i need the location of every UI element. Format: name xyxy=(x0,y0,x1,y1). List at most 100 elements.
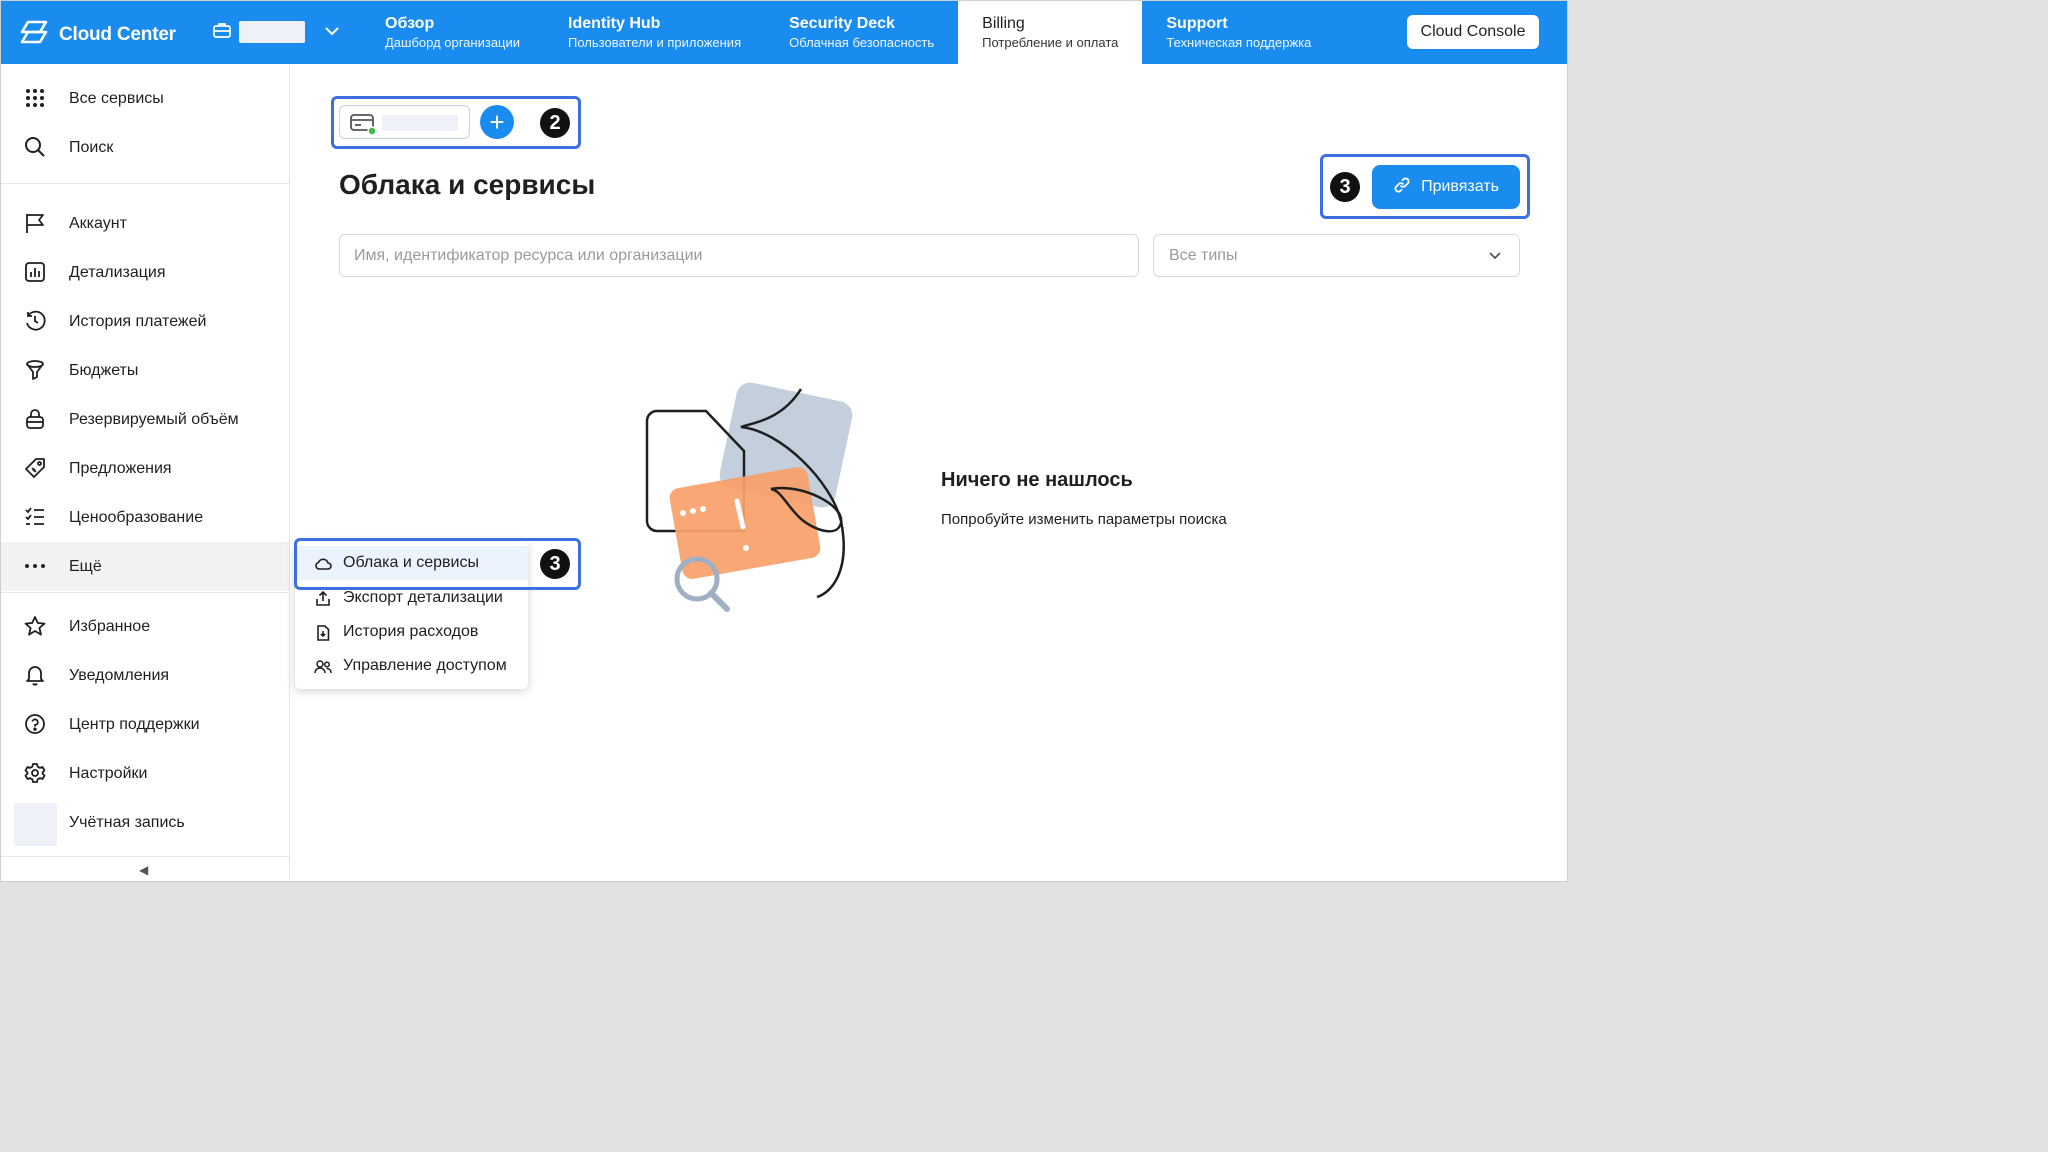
sidebar-item-label: Уведомления xyxy=(69,666,170,684)
cloud-center-logo-icon xyxy=(19,19,49,50)
app-window: Cloud Center Обзор Дашборд организации I… xyxy=(0,0,1568,882)
step-badge: 3 xyxy=(1330,172,1360,202)
link-button-label: Привязать xyxy=(1421,178,1499,195)
tab-subtitle: Техническая поддержка xyxy=(1166,35,1312,50)
sidebar-item-settings[interactable]: Настройки xyxy=(1,749,289,798)
gear-icon xyxy=(23,761,47,785)
export-icon xyxy=(314,590,332,608)
users-icon xyxy=(314,658,332,676)
link-button[interactable]: Привязать xyxy=(1372,165,1520,209)
sidebar-item-label: Резервируемый объём xyxy=(69,410,239,428)
sidebar-item-notifications[interactable]: Уведомления xyxy=(1,651,289,700)
top-navigation-bar: Cloud Center Обзор Дашборд организации I… xyxy=(1,1,1567,64)
app-logo[interactable]: Cloud Center xyxy=(19,19,176,50)
step-badge: 3 xyxy=(540,549,570,579)
tab-title: Support xyxy=(1166,15,1228,32)
sidebar-item-label: Аккаунт xyxy=(69,214,127,232)
sidebar-item-label: Учётная запись xyxy=(69,813,185,831)
search-icon xyxy=(23,135,47,159)
sidebar-item-label: Ещё xyxy=(69,557,102,575)
sidebar-item-details[interactable]: Детализация xyxy=(1,248,289,297)
star-icon xyxy=(23,614,47,638)
sidebar-item-label: Центр поддержки xyxy=(69,715,200,733)
tab-subtitle: Пользователи и приложения xyxy=(568,35,742,50)
sidebar-item-favorites[interactable]: Избранное xyxy=(1,602,289,651)
grid-icon xyxy=(23,86,47,110)
sidebar-item-budgets[interactable]: Бюджеты xyxy=(1,346,289,395)
billing-account-name xyxy=(382,115,458,131)
sidebar-item-label: Детализация xyxy=(69,263,166,281)
empty-state-subtitle: Попробуйте изменить параметры поиска xyxy=(941,511,1227,528)
pricing-list-icon xyxy=(23,505,47,529)
empty-state-illustration xyxy=(631,381,871,626)
chevron-down-icon xyxy=(1487,247,1503,268)
tab-identity-hub[interactable]: Identity Hub Пользователи и приложения xyxy=(544,1,765,64)
app-name: Cloud Center xyxy=(59,23,176,45)
billing-account-selector[interactable] xyxy=(339,105,470,139)
add-billing-account-button[interactable]: + xyxy=(480,105,514,139)
tab-subtitle: Дашборд организации xyxy=(385,35,521,50)
cloud-console-button[interactable]: Cloud Console xyxy=(1407,15,1539,49)
page-title: Облака и сервисы xyxy=(339,169,596,200)
lock-icon xyxy=(23,407,47,431)
offers-icon xyxy=(23,456,47,480)
sidebar-item-support-center[interactable]: Центр поддержки xyxy=(1,700,289,749)
chevron-down-icon[interactable] xyxy=(325,23,339,41)
tab-title: Identity Hub xyxy=(568,15,661,32)
tab-subtitle: Потребление и оплата xyxy=(982,35,1119,50)
sidebar-item-label: Ценообразование xyxy=(69,508,204,526)
sidebar-item-all-services[interactable]: Все сервисы xyxy=(1,74,289,123)
menu-item-expense-history[interactable]: История расходов xyxy=(295,615,528,649)
sidebar-item-offers[interactable]: Предложения xyxy=(1,444,289,493)
sidebar-item-reserved-volume[interactable]: Резервируемый объём xyxy=(1,395,289,444)
more-icon xyxy=(23,554,47,578)
sidebar-item-label: Все сервисы xyxy=(69,89,164,107)
history-icon xyxy=(23,309,47,333)
type-select[interactable]: Все типы xyxy=(1153,234,1520,277)
link-icon xyxy=(1393,176,1411,199)
flag-icon xyxy=(23,211,47,235)
sidebar-item-label: История платежей xyxy=(69,312,207,330)
budget-icon xyxy=(23,358,47,382)
empty-state-title: Ничего не нашлось xyxy=(941,469,1133,491)
annotation-highlight-menu xyxy=(294,538,581,590)
sidebar-item-user-account[interactable]: Учётная запись xyxy=(1,798,289,847)
sidebar-divider xyxy=(1,183,289,184)
menu-item-label: История расходов xyxy=(343,623,479,640)
sidebar-item-label: Поиск xyxy=(69,138,114,156)
briefcase-icon xyxy=(213,22,231,43)
sidebar-item-payment-history[interactable]: История платежей xyxy=(1,297,289,346)
type-select-value: Все типы xyxy=(1169,247,1238,264)
tab-title: Billing xyxy=(982,15,1025,32)
download-file-icon xyxy=(314,624,332,642)
search-input[interactable] xyxy=(339,234,1139,277)
sidebar-divider xyxy=(1,856,289,857)
bell-icon xyxy=(23,663,47,687)
sidebar-item-label: Бюджеты xyxy=(69,361,139,379)
tab-title: Security Deck xyxy=(789,15,895,32)
tab-overview[interactable]: Обзор Дашборд организации xyxy=(361,1,544,64)
sidebar-item-label: Предложения xyxy=(69,459,172,477)
tab-billing[interactable]: Billing Потребление и оплата xyxy=(958,1,1143,64)
menu-item-label: Управление доступом xyxy=(343,657,507,674)
sidebar-item-account[interactable]: Аккаунт xyxy=(1,199,289,248)
chart-icon xyxy=(23,260,47,284)
sidebar-item-label: Избранное xyxy=(69,617,151,635)
credit-card-icon xyxy=(350,113,377,140)
sidebar-item-search[interactable]: Поиск xyxy=(1,123,289,172)
tab-subtitle: Облачная безопасность xyxy=(789,35,935,50)
sidebar-item-pricing[interactable]: Ценообразование xyxy=(1,493,289,542)
organization-switcher[interactable] xyxy=(213,21,339,43)
sidebar-divider xyxy=(1,592,289,593)
collapse-sidebar-icon[interactable]: ◀ xyxy=(139,863,148,877)
help-icon xyxy=(23,712,47,736)
tab-title: Обзор xyxy=(385,15,435,32)
top-tabs: Обзор Дашборд организации Identity Hub П… xyxy=(361,1,1335,64)
tab-support[interactable]: Support Техническая поддержка xyxy=(1142,1,1335,64)
sidebar: Все сервисы Поиск Аккаунт Детализация Ис… xyxy=(1,64,290,881)
sidebar-item-label: Настройки xyxy=(69,764,148,782)
tab-security-deck[interactable]: Security Deck Облачная безопасность xyxy=(765,1,958,64)
menu-item-access-management[interactable]: Управление доступом xyxy=(295,649,528,683)
step-badge: 2 xyxy=(540,108,570,138)
sidebar-item-more[interactable]: Ещё xyxy=(1,542,289,591)
